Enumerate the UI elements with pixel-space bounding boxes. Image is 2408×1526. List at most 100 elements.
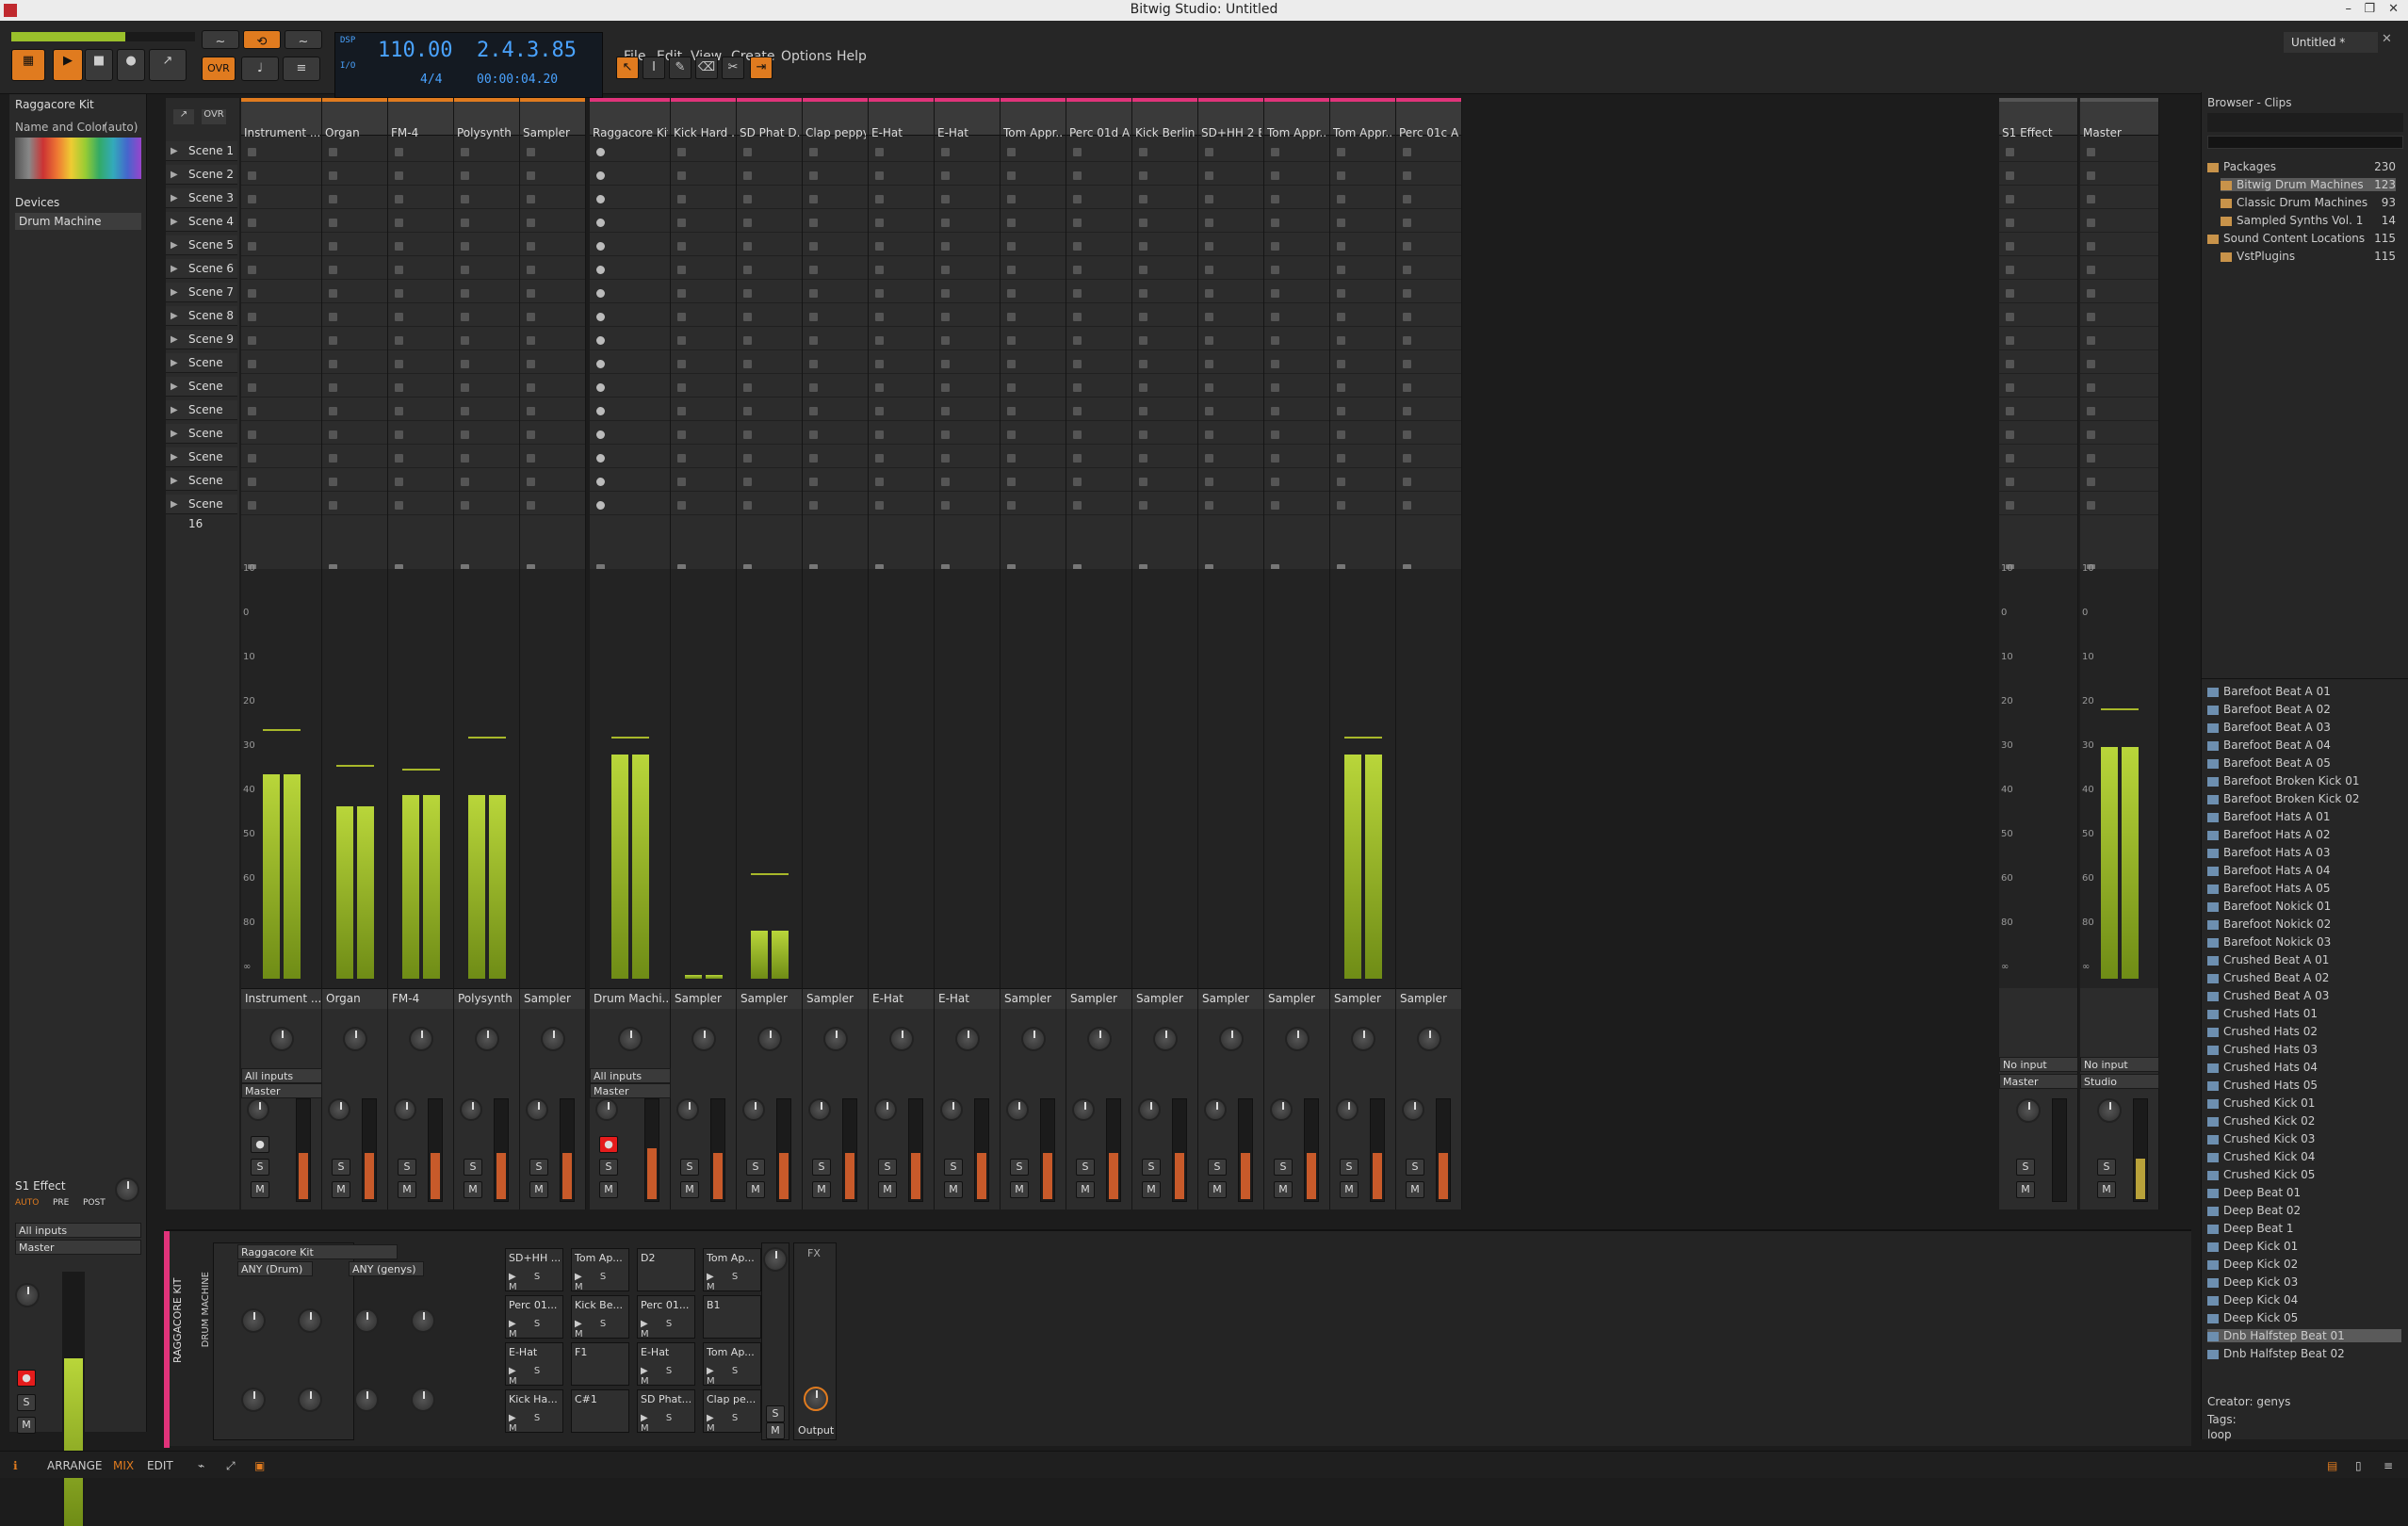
input-selector[interactable]: All inputs [15,1223,141,1238]
clip-slot[interactable] [2080,306,2158,327]
clip-slot[interactable] [590,353,670,374]
solo-button[interactable]: S [251,1159,269,1176]
clip-slot[interactable] [590,495,670,515]
input-selector[interactable]: All inputs [590,1068,671,1083]
clip-slot[interactable] [454,377,519,398]
clip-slot[interactable] [241,471,321,492]
pan-knob[interactable] [955,1027,980,1051]
device-label[interactable]: Sampler [1198,988,1263,1009]
solo-button[interactable]: S [332,1159,350,1176]
automation-icon[interactable]: ⌁ [198,1459,204,1472]
clip-slot[interactable] [737,212,802,233]
clip-slot[interactable] [520,235,585,256]
clip-item[interactable]: Deep Kick 01 [2207,1240,2401,1253]
clip-slot[interactable] [869,165,934,186]
ovr-button[interactable]: OVR [202,57,236,81]
clip-slot[interactable] [1132,424,1197,445]
clip-slot[interactable] [1066,165,1131,186]
volume-meter[interactable] [1132,569,1197,988]
browser-search-input[interactable] [2207,136,2403,149]
clip-slot[interactable] [1001,141,1066,162]
scene-8[interactable]: Scene 8 [166,306,237,326]
clip-slot[interactable] [1264,330,1329,350]
clip-slot[interactable] [935,259,1000,280]
mute-button[interactable]: M [1340,1181,1359,1198]
clip-slot[interactable] [520,283,585,303]
track-header[interactable]: E-Hat [935,98,1000,139]
solo-button[interactable]: S [529,1159,548,1176]
clip-slot[interactable] [1264,447,1329,468]
device-label[interactable]: Sampler [1001,988,1066,1009]
clip-item[interactable]: Barefoot Beat A 01 [2207,685,2401,698]
color-palette[interactable] [15,138,141,179]
clip-slot[interactable] [737,377,802,398]
clip-item[interactable]: Dnb Halfstep Beat 01 [2207,1329,2401,1342]
clip-slot[interactable] [388,447,453,468]
clip-slot[interactable] [1999,165,2077,186]
clip-slot[interactable] [520,353,585,374]
clip-slot[interactable] [1264,495,1329,515]
clip-slot[interactable] [1066,188,1131,209]
mute-button[interactable]: M [464,1181,482,1198]
track-header[interactable]: Organ [322,98,387,139]
track-header[interactable]: Instrument ... [241,98,321,139]
pad-controls[interactable]: ▶ S M [509,1272,562,1292]
volume-meter[interactable] [671,569,736,988]
clip-slot[interactable] [2080,353,2158,374]
pan-knob[interactable] [889,1027,914,1051]
volume-knob[interactable] [940,1098,963,1121]
clip-slot[interactable] [671,165,736,186]
clip-slot[interactable] [1001,283,1066,303]
clip-item[interactable]: Crushed Kick 03 [2207,1132,2401,1145]
clip-slot[interactable] [1132,188,1197,209]
volume-meter[interactable]: 10 0 10 20 30 40 50 60 80 ∞ [241,563,321,988]
clip-slot[interactable] [935,447,1000,468]
clip-slot[interactable] [803,400,868,421]
fx-send-knob[interactable] [115,1177,139,1202]
drum-pad[interactable]: Tom Ap... ▶ S M [703,1342,761,1387]
clip-item[interactable]: Crushed Kick 02 [2207,1114,2401,1128]
clip-slot[interactable] [1001,400,1066,421]
clip-slot[interactable] [590,306,670,327]
clip-slot[interactable] [388,330,453,350]
clip-slot[interactable] [520,495,585,515]
clip-slot[interactable] [1330,377,1395,398]
mute-button[interactable]: M [599,1181,618,1198]
clip-slot[interactable] [1198,330,1263,350]
clip-slot[interactable] [1330,471,1395,492]
clip-slot[interactable] [1198,495,1263,515]
clip-slot[interactable] [1396,212,1461,233]
clip-slot[interactable] [935,377,1000,398]
clip-slot[interactable] [1999,447,2077,468]
clip-slot[interactable] [2080,165,2158,186]
clip-slot[interactable] [737,447,802,468]
clip-slot[interactable] [2080,377,2158,398]
clip-slot[interactable] [2080,283,2158,303]
clip-slot[interactable] [803,188,868,209]
clip-slot[interactable] [1001,330,1066,350]
clip-slot[interactable] [803,424,868,445]
clip-slot[interactable] [1396,353,1461,374]
clip-slot[interactable] [1198,353,1263,374]
clip-slot[interactable] [803,447,868,468]
clip-slot[interactable] [869,471,934,492]
stop-button[interactable]: ■ [85,49,113,81]
clip-slot[interactable] [1396,400,1461,421]
panel-toggle-icon[interactable]: ▣ [254,1459,265,1472]
pan-knob[interactable] [757,1027,782,1051]
volume-meter[interactable]: 10 0 10 20 30 40 50 60 80 ∞ [1999,563,2077,988]
track-header[interactable]: Raggacore Kit [590,98,670,139]
clip-slot[interactable] [1132,471,1197,492]
clip-slot[interactable] [322,141,387,162]
clip-slot[interactable] [1132,447,1197,468]
settings-icon[interactable]: ≡ [2384,1459,2393,1472]
volume-knob[interactable] [1138,1098,1161,1121]
clip-slot[interactable] [869,259,934,280]
clip-slot[interactable] [869,330,934,350]
clip-slot[interactable] [520,188,585,209]
clip-slot[interactable] [869,353,934,374]
clip-slot[interactable] [1198,306,1263,327]
clip-slot[interactable] [388,141,453,162]
close-button[interactable]: ✕ [2388,2,2399,16]
clip-slot[interactable] [671,141,736,162]
